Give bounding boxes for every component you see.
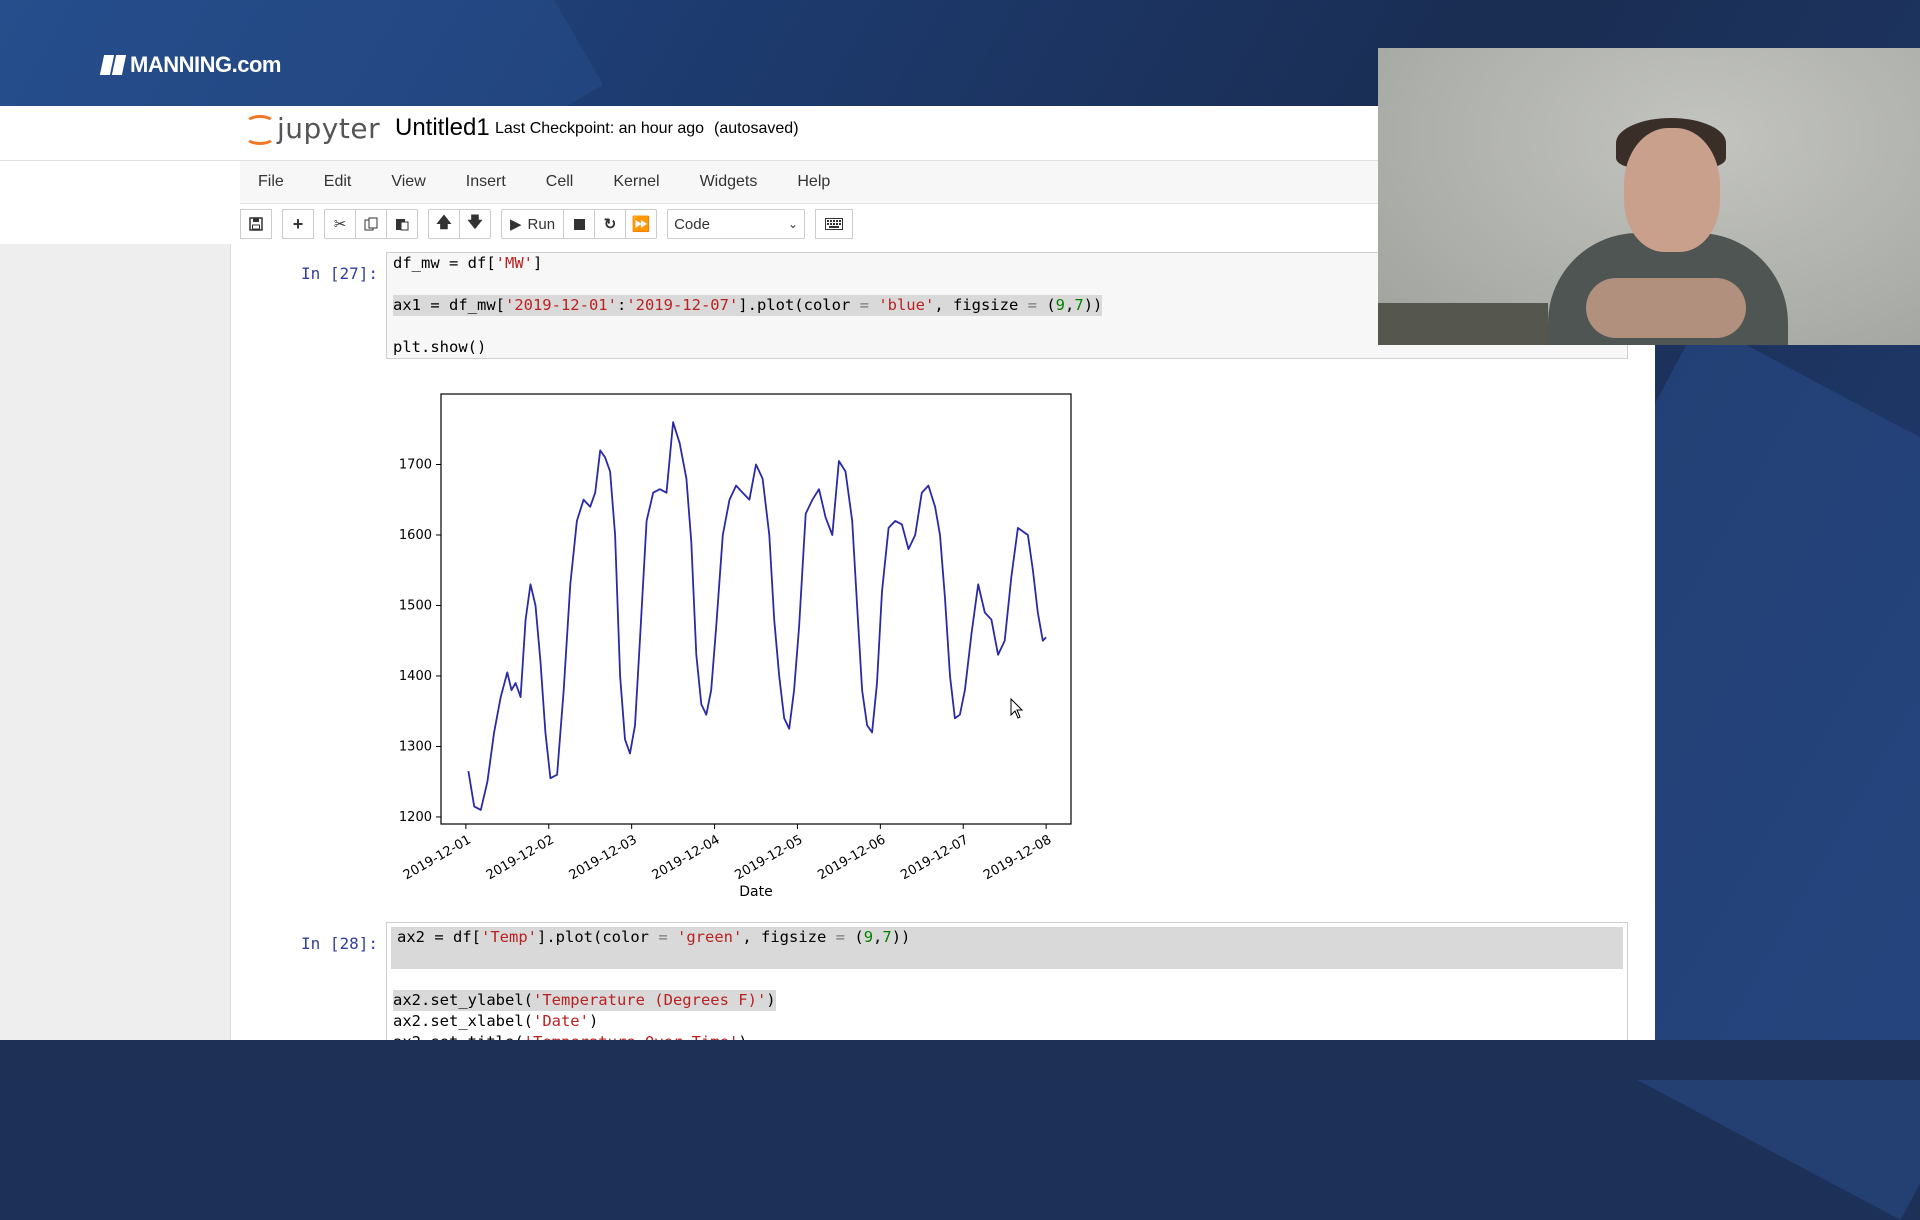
menu-edit[interactable]: Edit <box>304 161 372 203</box>
menu-bar: File Edit View Insert Cell Kernel Widgets Help <box>240 161 1380 204</box>
copy-icon <box>364 217 378 231</box>
code-line: ax2.set_title('Temperature Over Time') <box>387 1032 1627 1040</box>
x-tick-label: 2019-12-03 <box>567 832 640 883</box>
code-line: ax2.set_xlabel('Date') <box>393 1012 599 1030</box>
presenter-webcam <box>1378 48 1920 345</box>
plus-icon: + <box>292 213 304 234</box>
x-axis-label: Date <box>739 884 772 900</box>
code-line: ax2.set_ylabel('Temperature (Degrees F)'… <box>393 990 776 1011</box>
restart-icon: ↻ <box>603 216 617 233</box>
menu-widgets[interactable]: Widgets <box>680 161 778 203</box>
save-button[interactable] <box>240 209 272 239</box>
y-tick-label: 1700 <box>399 457 432 472</box>
command-palette-button[interactable] <box>815 209 854 239</box>
y-tick-label: 1400 <box>399 669 432 684</box>
manning-logo-text: MANNING.com <box>130 52 281 77</box>
menu-kernel[interactable]: Kernel <box>593 161 679 203</box>
y-tick-label: 1300 <box>399 739 432 754</box>
menu-insert[interactable]: Insert <box>446 161 526 203</box>
checkpoint-text: Last Checkpoint: an hour ago <box>495 120 705 137</box>
scissors-icon: ✂ <box>333 216 347 233</box>
notebook-header: jupyter Untitled1 Last Checkpoint: an ho… <box>0 106 1378 161</box>
toolbar: + ✂ 🡅 🡇 ▶ Run ↻ ⏩ Code ⌄ <box>240 204 854 244</box>
code-line: ax2 = df['Temp'].plot(color = 'green', f… <box>391 927 1623 969</box>
cut-button[interactable]: ✂ <box>324 209 356 239</box>
move-down-button[interactable]: 🡇 <box>459 209 491 239</box>
move-up-button[interactable]: 🡅 <box>428 209 460 239</box>
copy-button[interactable] <box>355 209 387 239</box>
checkpoint-status: Last Checkpoint: an hour ago (autosaved) <box>495 120 799 138</box>
paste-button[interactable] <box>386 209 418 239</box>
paste-icon <box>396 219 409 231</box>
restart-run-all-button[interactable]: ⏩ <box>625 209 658 239</box>
jupyter-logo-icon <box>245 114 275 145</box>
run-button-label: Run <box>527 215 556 233</box>
y-tick-label: 1200 <box>399 810 432 825</box>
menu-file[interactable]: File <box>240 161 304 203</box>
manning-logo-icon <box>99 55 127 75</box>
bottom-bar <box>0 1040 1920 1080</box>
cell-prompt: In [28]: <box>301 934 379 953</box>
play-icon: ▶ <box>510 216 522 233</box>
jupyter-wordmark: jupyter <box>277 112 381 145</box>
x-tick-label: 2019-12-01 <box>401 832 474 883</box>
floppy-disk-icon <box>249 217 263 231</box>
insert-cell-button[interactable]: + <box>282 209 314 239</box>
cell-prompt: In [27]: <box>301 264 379 283</box>
notebook-container: In [27]: df_mw = df['MW'] ax1 = df_mw['20… <box>0 244 1655 1040</box>
menu-cell[interactable]: Cell <box>526 161 594 203</box>
fast-forward-icon: ⏩ <box>631 216 651 233</box>
line-chart: 1200130014001500160017002019-12-01 2019-1… <box>399 393 1072 900</box>
manning-logo: MANNING.com <box>99 52 281 78</box>
notebook-title[interactable]: Untitled1 <box>395 114 490 142</box>
y-tick-label: 1600 <box>399 528 432 543</box>
menu-help[interactable]: Help <box>777 161 850 203</box>
code-cell[interactable]: ax2 = df['Temp'].plot(color = 'green', f… <box>386 922 1628 1040</box>
x-tick-label: 2019-12-02 <box>484 832 557 883</box>
notebook-sheet: In [27]: df_mw = df['MW'] ax1 = df_mw['20… <box>230 244 1655 1040</box>
chevron-down-icon: ⌄ <box>788 217 799 231</box>
x-tick-label: 2019-12-06 <box>815 832 888 883</box>
x-tick-label: 2019-12-05 <box>733 832 806 883</box>
arrow-down-icon: 🡇 <box>467 213 483 231</box>
x-tick-label: 2019-12-07 <box>898 832 971 883</box>
keyboard-icon <box>825 218 844 230</box>
interrupt-button[interactable] <box>563 209 596 239</box>
jupyter-logo[interactable]: jupyter <box>245 112 380 145</box>
run-button[interactable]: ▶ Run <box>501 209 565 239</box>
autosave-status: (autosaved) <box>714 120 799 137</box>
arrow-up-icon: 🡅 <box>436 213 452 231</box>
cell-type-select[interactable]: Code ⌄ <box>667 209 806 239</box>
x-tick-label: 2019-12-08 <box>981 832 1054 883</box>
stop-icon <box>573 218 585 230</box>
restart-button[interactable]: ↻ <box>594 209 627 239</box>
cell-type-value: Code <box>674 215 710 233</box>
menu-view[interactable]: View <box>371 161 445 203</box>
x-tick-label: 2019-12-04 <box>650 832 723 883</box>
y-tick-label: 1500 <box>399 598 432 613</box>
